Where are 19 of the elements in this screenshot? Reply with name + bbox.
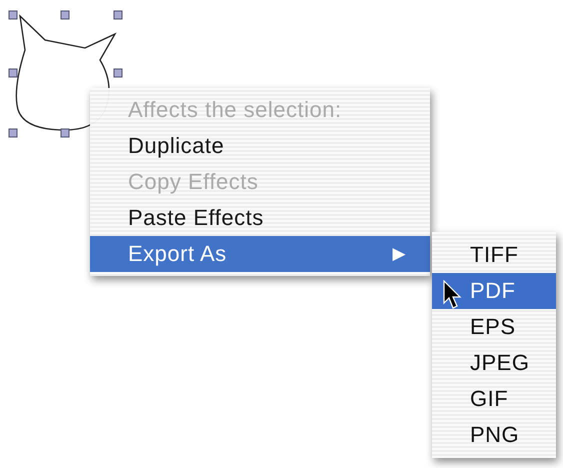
submenu-item[interactable]: EPS [432,309,556,345]
menu-item-label: Export As [128,240,227,268]
selection-handle[interactable] [60,128,70,138]
submenu-item[interactable]: JPEG [432,345,556,381]
selection-handle[interactable] [114,10,122,20]
menu-item[interactable]: Paste Effects [90,200,430,236]
selection-handle[interactable] [8,10,18,20]
submenu-item[interactable]: PNG [432,417,556,453]
pointer-cursor-icon [443,280,463,310]
submenu-item[interactable]: TIFF [432,237,556,273]
selection-handle[interactable] [60,10,70,20]
menu-item[interactable]: Duplicate [90,128,430,164]
submenu-arrow: ▶ [392,243,406,265]
submenu-item[interactable]: PDF [432,273,556,309]
selection-handle[interactable] [8,128,18,138]
menu-header: Affects the selection: [127,96,343,124]
selection-handle[interactable] [8,68,18,78]
submenu-item[interactable]: GIF [432,381,556,417]
selection-handle[interactable] [114,68,122,78]
